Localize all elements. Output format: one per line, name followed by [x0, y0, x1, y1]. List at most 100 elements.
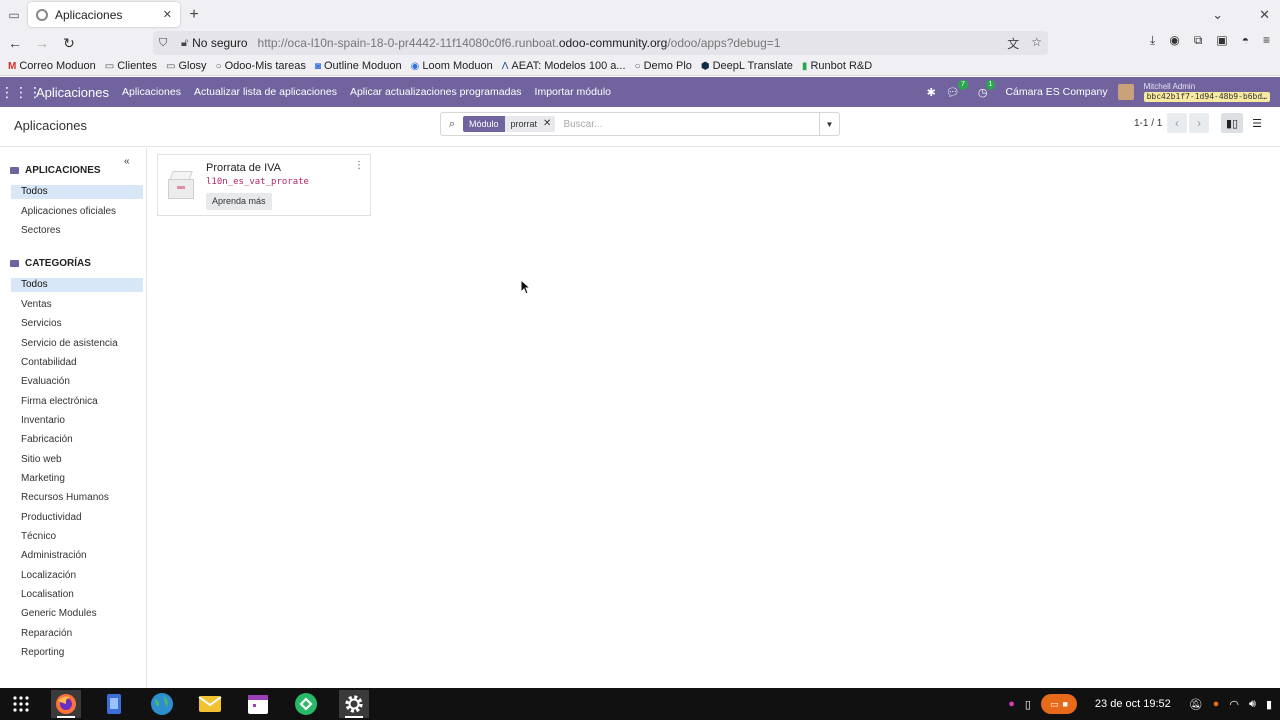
module-icon: [168, 171, 194, 201]
bookmark-demo-plo[interactable]: ○ Demo Plo: [635, 60, 692, 72]
sync-app-icon[interactable]: [291, 690, 321, 718]
category-item[interactable]: Administración: [11, 549, 143, 563]
search-box[interactable]: ⌕ Módulo prorrat ✕ Buscar... ▼: [440, 112, 840, 136]
category-item[interactable]: Marketing: [11, 472, 143, 486]
bookmark-correo-moduon[interactable]: M Correo Moduon: [8, 60, 96, 72]
clock-datetime[interactable]: 23 de oct 19:52: [1095, 698, 1171, 710]
bookmark-odoo-mis-tareas[interactable]: ○ Odoo-Mis tareas: [216, 60, 306, 72]
messages-icon[interactable]: 💬︎ 7: [946, 79, 968, 99]
module-card[interactable]: Prorrata de IVA l10n_es_vat_prorate Apre…: [157, 154, 371, 216]
app-brand[interactable]: Aplicaciones: [36, 85, 109, 100]
user-avatar[interactable]: [1117, 84, 1134, 100]
bookmark-aeat[interactable]: Λ AEAT: Modelos 100 a...: [502, 60, 626, 72]
extensions-icon[interactable]: ⧉: [1194, 33, 1203, 48]
category-item[interactable]: Inventario: [11, 414, 143, 428]
menu-aplicar-actualizaciones[interactable]: Aplicar actualizaciones programadas: [350, 86, 522, 98]
category-item[interactable]: Servicios: [11, 317, 143, 331]
menu-actualizar-lista[interactable]: Actualizar lista de aplicaciones: [194, 86, 337, 98]
card-menu-kebab-icon[interactable]: ⋮: [354, 160, 364, 171]
tab-overflow-chevron-icon[interactable]: ⌄: [1212, 7, 1223, 23]
facet-remove-icon[interactable]: ✕: [543, 116, 556, 132]
tab-close-icon[interactable]: ✕: [163, 8, 172, 21]
reload-button[interactable]: ↻: [57, 31, 81, 55]
collapse-sidebar-icon[interactable]: «: [124, 156, 130, 167]
search-options-toggle-icon[interactable]: ▼: [819, 113, 839, 135]
bookmark-outline-moduon[interactable]: ◙ Outline Moduon: [315, 60, 402, 72]
category-item[interactable]: Generic Modules: [11, 607, 143, 621]
microphone-icon[interactable]: ●: [1213, 698, 1220, 710]
calendar-app-icon[interactable]: [243, 690, 273, 718]
firefox-icon[interactable]: [51, 690, 81, 718]
company-switcher[interactable]: Cámara ES Company: [1005, 86, 1107, 98]
category-item[interactable]: Localisation: [11, 588, 143, 602]
category-item[interactable]: Evaluación: [11, 375, 143, 389]
user-menu[interactable]: Mitchell Admin bbc42b1f7-1d94-48b9-b6bd…: [1143, 82, 1270, 102]
mail-app-icon[interactable]: [195, 690, 225, 718]
translate-icon[interactable]: 文: [1007, 35, 1019, 52]
forward-button[interactable]: →: [30, 31, 54, 55]
menu-aplicaciones[interactable]: Aplicaciones: [122, 86, 181, 98]
activities-icon[interactable]: ◷ 1: [978, 79, 996, 99]
category-item[interactable]: Productividad: [11, 511, 143, 525]
insecure-lock-icon[interactable]: 🔓︎: [181, 37, 188, 50]
wifi-icon[interactable]: ◠: [1229, 698, 1239, 711]
bookmark-deepl[interactable]: ⬢ DeepL Translate: [701, 60, 793, 72]
category-item[interactable]: Recursos Humanos: [11, 491, 143, 505]
shield-icon[interactable]: ⛉: [159, 37, 173, 50]
app-grid-icon[interactable]: [6, 690, 36, 718]
bookmark-loom-moduon[interactable]: ◉ Loom Moduon: [411, 60, 493, 72]
globe-browser-icon[interactable]: [147, 690, 177, 718]
apps-filter-todos[interactable]: Todos: [11, 185, 143, 199]
url-text[interactable]: http://oca-l10n-spain-18-0-pr4442-11f140…: [258, 36, 781, 50]
tab-list-icon[interactable]: ▭: [0, 0, 28, 29]
battery-icon[interactable]: ▮: [1266, 698, 1272, 711]
category-item[interactable]: Servicio de asistencia: [11, 337, 143, 351]
url-bar[interactable]: ⛉ 🔓︎ No seguro http://oca-l10n-spain-18-…: [153, 31, 1048, 55]
apps-filter-sectores[interactable]: Sectores: [11, 224, 143, 238]
bookmark-glosy[interactable]: ▭ Glosy: [166, 60, 207, 72]
pager-next-button[interactable]: ›: [1189, 113, 1209, 133]
phone-app-icon[interactable]: [99, 690, 129, 718]
new-tab-button[interactable]: +: [180, 6, 208, 24]
app-menu-grid-icon[interactable]: ⋮⋮⋮: [0, 84, 42, 101]
apps-filter-oficiales[interactable]: Aplicaciones oficiales: [11, 205, 143, 219]
category-item[interactable]: Sitio web: [11, 453, 143, 467]
extension-user-icon[interactable]: ◓: [1242, 33, 1249, 48]
clipboard-tray-icon[interactable]: ▯: [1025, 698, 1031, 711]
browser-tab-active[interactable]: Aplicaciones ✕: [28, 2, 180, 27]
category-item[interactable]: Firma electrónica: [11, 395, 143, 409]
category-item[interactable]: Reparación: [11, 627, 143, 641]
search-input[interactable]: Buscar...: [563, 119, 819, 130]
account-icon[interactable]: ◉: [1169, 33, 1179, 48]
category-item[interactable]: Contabilidad: [11, 356, 143, 370]
bookmark-clientes[interactable]: ▭ Clientes: [105, 60, 157, 72]
list-view-button[interactable]: ☰: [1246, 113, 1268, 133]
category-item[interactable]: Localización: [11, 569, 143, 583]
category-item[interactable]: Ventas: [11, 298, 143, 312]
screen-recording-indicator[interactable]: ▭ ■: [1040, 694, 1077, 714]
kanban-view-button[interactable]: ▮▯: [1221, 113, 1243, 133]
bitwarden-icon[interactable]: ▣: [1216, 33, 1227, 48]
color-picker-tray-icon[interactable]: ●: [1008, 698, 1015, 710]
insecure-label[interactable]: No seguro: [192, 36, 247, 50]
debug-bug-icon[interactable]: ✱: [927, 86, 936, 99]
menu-icon[interactable]: ≡: [1263, 33, 1270, 48]
category-item[interactable]: Técnico: [11, 530, 143, 544]
settings-gear-icon[interactable]: [339, 690, 369, 718]
search-icon[interactable]: ⌕: [441, 118, 463, 131]
category-item[interactable]: Todos: [11, 278, 143, 292]
pager-previous-button[interactable]: ‹: [1167, 113, 1187, 133]
notifications-off-icon[interactable]: 🔕︎: [1189, 698, 1203, 711]
menu-importar-modulo[interactable]: Importar módulo: [535, 86, 611, 98]
odoo-icon: ○: [215, 60, 222, 72]
bookmark-runbot[interactable]: ▮ Runbot R&D: [802, 60, 872, 72]
category-item[interactable]: Fabricación: [11, 433, 143, 447]
downloads-icon[interactable]: ⤓: [1150, 33, 1155, 48]
back-button[interactable]: ←: [3, 31, 27, 55]
window-close-icon[interactable]: ✕: [1259, 7, 1270, 23]
volume-icon[interactable]: 🔊︎: [1249, 698, 1256, 711]
learn-more-button[interactable]: Aprenda más: [206, 193, 272, 210]
bookmark-star-icon[interactable]: ☆: [1031, 35, 1042, 52]
pager-value[interactable]: 1-1 / 1: [1134, 118, 1162, 129]
category-item[interactable]: Reporting: [11, 646, 143, 660]
